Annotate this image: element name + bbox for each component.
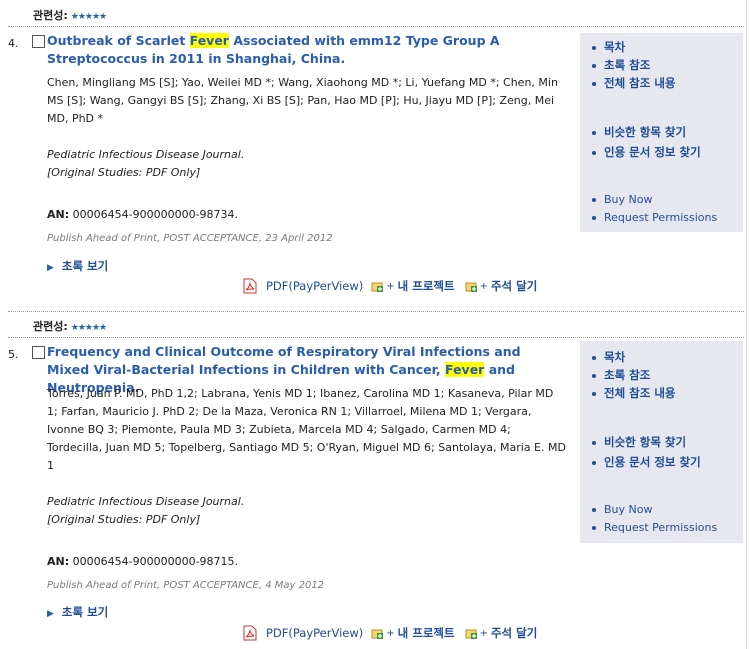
divider: [8, 26, 744, 27]
bullet-icon: [592, 198, 596, 202]
relevance-stars-icon: ★★★★★: [70, 12, 107, 22]
relevance-stars-icon: ★★★★★: [70, 323, 107, 333]
title-text[interactable]: Outbreak of Scarlet: [47, 33, 190, 48]
an-value: 00006454-900000000-98734.: [72, 208, 239, 221]
result-actions: PDF(PayPerView) + 내 프로젝트 + 주석 달기: [243, 625, 537, 641]
sidebar-link-similar[interactable]: 비슷한 항목 찾기: [592, 124, 686, 140]
add-folder-icon[interactable]: [371, 627, 384, 639]
add-note-icon[interactable]: [465, 280, 478, 292]
select-checkbox[interactable]: [32, 35, 45, 48]
my-project-link[interactable]: 내 프로젝트: [398, 625, 455, 641]
add-folder-icon[interactable]: [371, 280, 384, 292]
divider: [8, 311, 744, 312]
annotate-link[interactable]: 주석 달기: [491, 625, 537, 641]
accession-number: AN: 00006454-900000000-98734.: [47, 208, 238, 221]
an-label: AN:: [47, 208, 70, 221]
bullet-icon: [592, 460, 596, 465]
sidebar-link-abstract-ref[interactable]: 초록 참조: [592, 367, 650, 383]
bullet-icon: [592, 81, 596, 86]
pdf-link[interactable]: PDF(PayPerView): [243, 625, 363, 641]
sidebar-link-citing[interactable]: 인용 문서 정보 찾기: [592, 454, 701, 470]
accession-number: AN: 00006454-900000000-98715.: [47, 555, 238, 568]
sidebar-link-abstract-ref[interactable]: 초록 참조: [592, 57, 650, 73]
view-abstract-label[interactable]: 초록 보기: [62, 605, 108, 619]
relevance-label: 관련성:: [33, 9, 68, 22]
sidebar-link-permissions[interactable]: Request Permissions: [592, 211, 717, 224]
sidebar-link-full-ref[interactable]: 전체 참조 내용: [592, 385, 676, 401]
study-type: [Original Studies: PDF Only]: [47, 166, 201, 179]
sidebar-link-permissions[interactable]: Request Permissions: [592, 521, 717, 534]
sidebar-link-toc[interactable]: 목차: [592, 349, 625, 365]
view-abstract-label[interactable]: 초록 보기: [62, 259, 108, 273]
bullet-icon: [592, 526, 596, 530]
publication-status: Publish Ahead of Print, POST ACCEPTANCE,…: [47, 233, 333, 244]
pdf-icon: [243, 278, 257, 294]
sidebar-link-similar[interactable]: 비슷한 항목 찾기: [592, 434, 686, 450]
annotate-link[interactable]: 주석 달기: [491, 278, 537, 294]
select-checkbox[interactable]: [32, 346, 45, 359]
sidebar-link-buy[interactable]: Buy Now: [592, 193, 652, 206]
an-label: AN:: [47, 555, 70, 568]
bullet-icon: [592, 216, 596, 220]
result-number: 5.: [8, 348, 19, 361]
view-abstract-link[interactable]: ▶ 초록 보기: [47, 258, 108, 274]
result-title[interactable]: Outbreak of Scarlet Fever Associated wit…: [47, 32, 567, 68]
bullet-icon: [592, 63, 596, 68]
bullet-icon: [592, 391, 596, 396]
result-number: 4.: [8, 37, 19, 50]
an-value: 00006454-900000000-98715.: [72, 555, 239, 568]
journal-name: Pediatric Infectious Disease Journal.: [47, 148, 245, 161]
result-sidebar: 목차 초록 참조 전체 참조 내용 비슷한 항목 찾기 인용 문서 정보 찾기 …: [580, 341, 743, 543]
triangle-right-icon: ▶: [47, 609, 54, 619]
result-actions: PDF(PayPerView) + 내 프로젝트 + 주석 달기: [243, 278, 537, 294]
result-authors: Torres, Juan P. MD, PhD 1,2; Labrana, Ye…: [47, 387, 566, 472]
bullet-icon: [592, 355, 596, 360]
bullet-icon: [592, 508, 596, 512]
bullet-icon: [592, 150, 596, 155]
journal-name: Pediatric Infectious Disease Journal.: [47, 495, 245, 508]
view-abstract-link[interactable]: ▶ 초록 보기: [47, 604, 108, 620]
relevance-label: 관련성:: [33, 320, 68, 333]
search-term-highlight[interactable]: Fever: [445, 362, 485, 377]
sidebar-link-full-ref[interactable]: 전체 참조 내용: [592, 75, 676, 91]
study-type: [Original Studies: PDF Only]: [47, 513, 201, 526]
sidebar-link-toc[interactable]: 목차: [592, 39, 625, 55]
bullet-icon: [592, 373, 596, 378]
bullet-icon: [592, 440, 596, 445]
bullet-icon: [592, 45, 596, 50]
search-term-highlight[interactable]: Fever: [189, 33, 229, 48]
result-authors: Chen, Mingliang MS [S]; Yao, Weilei MD *…: [47, 76, 558, 125]
divider: [8, 337, 744, 338]
pdf-label[interactable]: PDF(PayPerView): [266, 279, 363, 293]
relevance-rating: 관련성: ★★★★★: [33, 7, 107, 23]
publication-status: Publish Ahead of Print, POST ACCEPTANCE,…: [47, 580, 325, 591]
result-sidebar: 목차 초록 참조 전체 참조 내용 비슷한 항목 찾기 인용 문서 정보 찾기 …: [580, 33, 743, 232]
relevance-rating: 관련성: ★★★★★: [33, 318, 107, 334]
pdf-label[interactable]: PDF(PayPerView): [266, 626, 363, 640]
bullet-icon: [592, 130, 596, 135]
triangle-right-icon: ▶: [47, 263, 54, 273]
sidebar-link-citing[interactable]: 인용 문서 정보 찾기: [592, 144, 701, 160]
pdf-link[interactable]: PDF(PayPerView): [243, 278, 363, 294]
sidebar-link-buy[interactable]: Buy Now: [592, 503, 652, 516]
pdf-icon: [243, 625, 257, 641]
my-project-link[interactable]: 내 프로젝트: [398, 278, 455, 294]
add-note-icon[interactable]: [465, 627, 478, 639]
